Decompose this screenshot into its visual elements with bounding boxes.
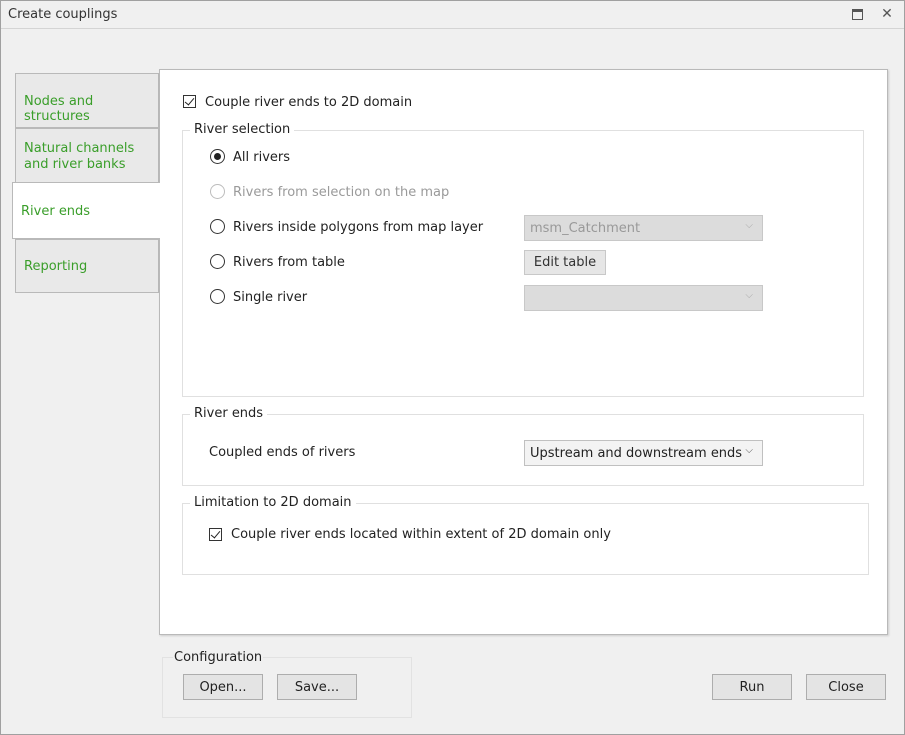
save-button[interactable]: Save... <box>277 674 357 700</box>
coupled-ends-value: Upstream and downstream ends <box>530 446 743 461</box>
create-couplings-dialog: Create couplings ✕ Nodes and structures … <box>0 0 905 735</box>
tab-natural-channels[interactable]: Natural channels and river banks <box>15 128 159 183</box>
close-window-button[interactable]: ✕ <box>877 4 897 24</box>
maximize-icon <box>851 8 863 20</box>
chevron-down-icon: ⌵ <box>745 290 753 301</box>
river-ends-title: River ends <box>190 406 268 421</box>
single-river-radio[interactable] <box>210 289 225 304</box>
rivers-inside-polygons-label[interactable]: Rivers inside polygons from map layer <box>233 220 483 235</box>
close-button[interactable]: Close <box>806 674 886 700</box>
map-layer-value: msm_Catchment <box>530 221 641 236</box>
map-layer-dropdown[interactable]: msm_Catchment ⌵ <box>524 215 763 241</box>
tab-panel-river-ends: Couple river ends to 2D domain River sel… <box>159 69 888 635</box>
limitation-checkbox-label[interactable]: Couple river ends located within extent … <box>231 527 611 542</box>
edit-table-button[interactable]: Edit table <box>524 250 606 275</box>
single-river-dropdown[interactable]: ⌵ <box>524 285 763 311</box>
open-button[interactable]: Open... <box>183 674 263 700</box>
tab-label-line2: and river banks <box>24 157 126 172</box>
chevron-down-icon: ⌵ <box>745 445 753 456</box>
rivers-from-selection-radio[interactable] <box>210 184 225 199</box>
all-rivers-radio[interactable] <box>210 149 225 164</box>
tab-label: Reporting <box>24 259 88 274</box>
limitation-title: Limitation to 2D domain <box>190 495 356 510</box>
run-button[interactable]: Run <box>712 674 792 700</box>
rivers-from-table-radio[interactable] <box>210 254 225 269</box>
close-icon: ✕ <box>881 6 893 22</box>
coupled-ends-dropdown[interactable]: Upstream and downstream ends ⌵ <box>524 440 763 466</box>
tab-reporting[interactable]: Reporting <box>15 239 159 293</box>
rivers-from-table-label[interactable]: Rivers from table <box>233 255 345 270</box>
maximize-button[interactable] <box>847 4 867 24</box>
rivers-from-selection-label[interactable]: Rivers from selection on the map <box>233 185 449 200</box>
all-rivers-label[interactable]: All rivers <box>233 150 290 165</box>
tab-label: River ends <box>21 204 91 219</box>
coupled-ends-label: Coupled ends of rivers <box>209 445 356 460</box>
tab-label: Nodes and structures <box>24 94 94 124</box>
configuration-title: Configuration <box>173 650 264 665</box>
single-river-label[interactable]: Single river <box>233 290 307 305</box>
rivers-inside-polygons-radio[interactable] <box>210 219 225 234</box>
title-bar[interactable]: Create couplings ✕ <box>1 1 904 29</box>
couple-river-ends-checkbox[interactable] <box>183 95 196 108</box>
chevron-down-icon: ⌵ <box>745 220 753 231</box>
tab-river-ends[interactable]: River ends <box>12 182 160 239</box>
couple-river-ends-label[interactable]: Couple river ends to 2D domain <box>205 95 412 110</box>
river-selection-title: River selection <box>190 122 295 137</box>
tab-nodes-and-structures[interactable]: Nodes and structures <box>15 73 159 128</box>
limitation-checkbox[interactable] <box>209 528 222 541</box>
window-title: Create couplings <box>8 7 118 22</box>
tab-label-line1: Natural channels <box>24 141 135 156</box>
